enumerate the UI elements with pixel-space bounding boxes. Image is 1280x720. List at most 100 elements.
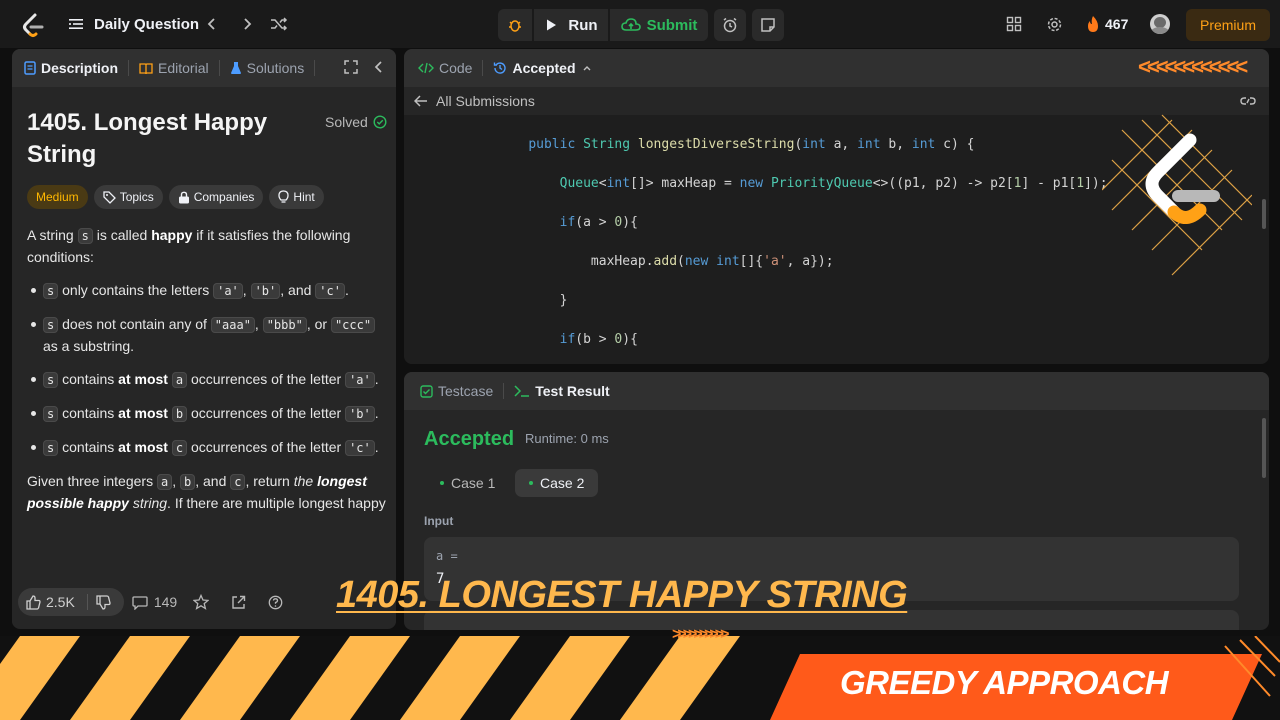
fire-icon	[1088, 16, 1098, 32]
leetcode-logo-icon[interactable]	[20, 12, 46, 38]
check-circle-icon	[373, 115, 387, 129]
code-line: maxHeap.add(new int[]{'a', a});	[497, 253, 834, 269]
runtime-text: Runtime: 0 ms	[525, 431, 609, 446]
problem-list-button[interactable]: Daily Question	[68, 0, 199, 48]
pass-dot	[440, 481, 444, 485]
share-icon	[232, 595, 246, 609]
random-question-button[interactable]	[270, 0, 288, 48]
chevron-right-icon	[244, 18, 252, 30]
cloud-upload-icon	[620, 18, 641, 31]
expand-panel-button[interactable]	[344, 60, 358, 77]
daily-question-label: Daily Question	[94, 15, 200, 33]
difficulty-label: Medium	[36, 190, 79, 204]
hint-chip[interactable]: Hint	[269, 185, 324, 209]
case-1-tab[interactable]: Case 1	[426, 469, 509, 497]
link-icon[interactable]	[1240, 94, 1256, 108]
timer-button[interactable]	[714, 9, 746, 41]
tab-test-result-label: Test Result	[535, 383, 610, 399]
code-line: if(b > 0){	[559, 331, 638, 347]
code-editor[interactable]: public String longestDiverseString(int a…	[497, 115, 1167, 364]
share-button[interactable]	[231, 595, 252, 610]
terminal-icon	[514, 385, 530, 397]
thumbs-down-icon[interactable]	[96, 594, 111, 610]
help-button[interactable]	[268, 595, 289, 610]
like-button[interactable]: 2.5K	[18, 588, 124, 616]
like-count: 2.5K	[46, 594, 75, 610]
layout-grid-icon	[1006, 16, 1022, 32]
tab-description[interactable]: Description	[12, 49, 124, 87]
list-item: s contains at most a occurrences of the …	[27, 369, 387, 391]
favorite-button[interactable]	[193, 594, 215, 610]
topics-chip[interactable]: Topics	[93, 185, 163, 209]
book-icon	[139, 62, 153, 74]
avatar[interactable]	[1150, 14, 1170, 34]
list-icon	[69, 19, 83, 29]
decorative-chevrons: >>>>>>>>>>	[672, 626, 729, 643]
companies-chip[interactable]: Companies	[168, 185, 264, 209]
chevron-left-icon	[374, 61, 382, 73]
tab-testcase[interactable]: Testcase	[414, 372, 499, 410]
maximize-icon	[344, 60, 358, 74]
star-icon	[193, 594, 210, 610]
premium-button[interactable]: Premium	[1186, 9, 1270, 41]
lock-icon	[178, 191, 189, 203]
companies-label: Companies	[193, 190, 255, 204]
input-label: Input	[424, 514, 454, 528]
play-icon	[547, 19, 557, 31]
list-item: s contains at most c occurrences of the …	[27, 437, 387, 459]
code-gutter	[404, 115, 497, 364]
all-submissions-link[interactable]: All Submissions	[436, 93, 535, 109]
tab-accepted[interactable]: Accepted	[487, 49, 602, 87]
tab-editorial-label: Editorial	[158, 60, 209, 76]
tab-test-result[interactable]: Test Result	[508, 372, 615, 410]
case-1-label: Case 1	[451, 475, 496, 491]
tab-code[interactable]: Code	[412, 49, 478, 87]
debug-button[interactable]	[498, 9, 532, 41]
tab-solutions-label: Solutions	[246, 60, 305, 76]
tab-divider	[128, 60, 130, 76]
run-button[interactable]: Run	[534, 9, 608, 41]
checkbox-icon	[420, 384, 433, 398]
leetcode-badge-icon	[1102, 114, 1252, 276]
arrow-left-icon[interactable]	[414, 95, 428, 107]
thumbs-up-icon	[26, 594, 41, 610]
settings-button[interactable]	[1046, 0, 1063, 48]
description-panel: Description Editorial Solutions 1405. Lo…	[12, 49, 396, 629]
history-icon	[494, 62, 507, 74]
next-question-button[interactable]	[240, 0, 254, 48]
result-status: Accepted	[424, 428, 515, 450]
input-key: a =	[436, 549, 458, 563]
tag-icon	[103, 190, 116, 204]
tab-solutions[interactable]: Solutions	[224, 49, 311, 87]
layout-button[interactable]	[1006, 0, 1022, 48]
tab-editorial[interactable]: Editorial	[133, 49, 215, 87]
tab-testcase-label: Testcase	[438, 383, 494, 399]
submit-button[interactable]: Submit	[610, 9, 708, 41]
shuffle-icon	[271, 17, 288, 31]
code-line: }	[497, 292, 568, 308]
comments-button[interactable]: 149	[132, 594, 177, 610]
document-icon	[24, 61, 36, 75]
tab-divider	[482, 60, 484, 76]
tab-code-label: Code	[439, 60, 473, 76]
notes-button[interactable]	[752, 9, 784, 41]
problem-title[interactable]: 1405. Longest Happy String	[27, 107, 287, 171]
note-icon	[761, 18, 775, 32]
code-scrollbar[interactable]	[1262, 199, 1266, 229]
difficulty-badge: Medium	[27, 185, 88, 209]
streak-counter[interactable]: 467	[1086, 0, 1128, 48]
code-line: public String longestDiverseString(int a…	[528, 136, 975, 152]
comment-count: 149	[153, 594, 178, 610]
result-scrollbar[interactable]	[1262, 418, 1266, 478]
case-2-tab[interactable]: Case 2	[515, 469, 599, 497]
case-2-label: Case 2	[540, 475, 585, 491]
divider	[86, 594, 88, 610]
code-icon	[418, 62, 434, 74]
gear-icon	[1047, 17, 1062, 31]
conditions-list: s only contains the letters 'a', 'b', an…	[27, 280, 387, 459]
prev-question-button[interactable]	[205, 0, 219, 48]
approach-label: GREEDY APPROACH	[840, 664, 1169, 701]
list-item: s only contains the letters 'a', 'b', an…	[27, 280, 387, 302]
collapse-panel-button[interactable]	[373, 60, 385, 77]
description-paragraph: A string s is called happy if it satisfi…	[27, 227, 351, 265]
